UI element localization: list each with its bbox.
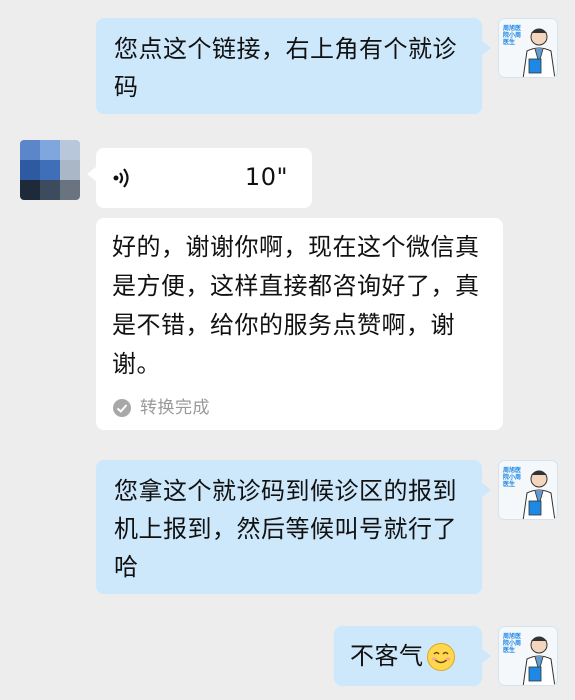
message-bubble-outgoing-3[interactable]: 不客气	[334, 626, 491, 686]
bubble-tail	[87, 166, 97, 182]
avatar-tag-text: 周旭医院小周医生	[503, 467, 522, 488]
bubble-tail	[481, 40, 491, 56]
voice-transcript-bubble[interactable]: 好的，谢谢你啊，现在这个微信真是方便，这样直接都咨询好了，真是不错，给你的服务点…	[96, 218, 503, 430]
voice-message-bubble[interactable]: 10"	[87, 148, 312, 208]
smiling-face-emoji	[426, 643, 455, 671]
avatar-tag-text: 周旭医院小周医生	[503, 633, 522, 654]
message-text: 您拿这个就诊码到候诊区的报到机上报到，然后等候叫号就行了哈	[114, 477, 457, 581]
message-text: 不客气	[350, 642, 424, 670]
message-bubble-outgoing-1[interactable]: 您点这个链接，右上角有个就诊码	[96, 18, 491, 114]
message-text: 您点这个链接，右上角有个就诊码	[114, 35, 457, 101]
voice-duration: 10"	[244, 163, 288, 191]
message-bubble-outgoing-2[interactable]: 您拿这个就诊码到候诊区的报到机上报到，然后等候叫号就行了哈	[96, 460, 491, 594]
avatar-tag-text: 周旭医院小周医生	[503, 25, 522, 46]
status-text: 转换完成	[140, 398, 210, 418]
voice-wave-icon	[113, 168, 129, 188]
doctor-avatar[interactable]: 周旭医院小周医生	[498, 460, 558, 520]
doctor-avatar[interactable]: 周旭医院小周医生	[498, 18, 558, 78]
check-circle-icon	[113, 399, 131, 417]
transcript-text: 好的，谢谢你啊，现在这个微信真是方便，这样直接都咨询好了，真是不错，给你的服务点…	[112, 233, 480, 378]
bubble-tail	[481, 482, 491, 498]
user-avatar[interactable]	[20, 140, 80, 200]
doctor-avatar[interactable]: 周旭医院小周医生	[498, 626, 558, 686]
transcript-status: 转换完成	[112, 398, 210, 418]
bubble-tail	[481, 648, 491, 664]
